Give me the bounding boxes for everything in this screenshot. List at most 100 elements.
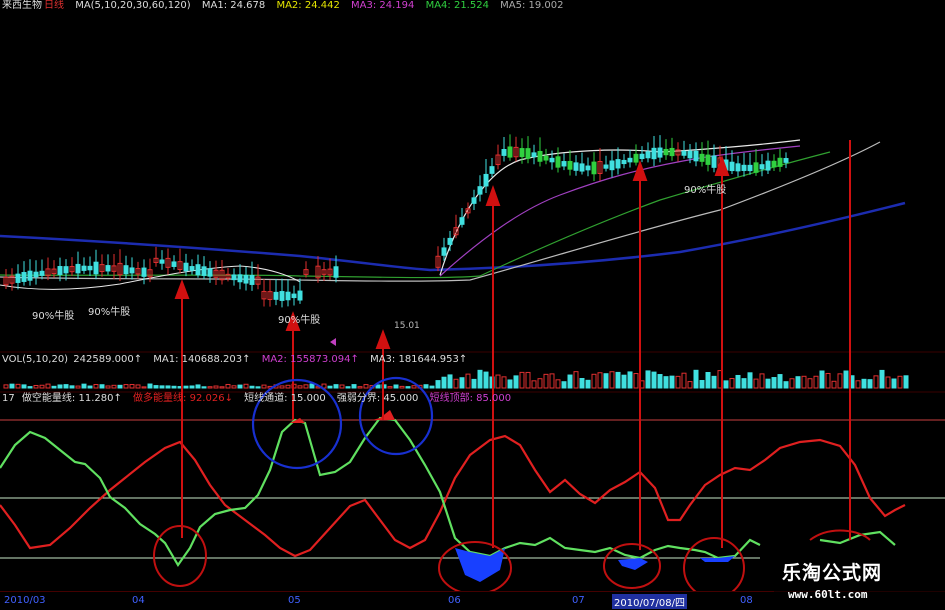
watermark: 乐淘公式网 www.60lt.com [774, 552, 945, 609]
candle-body [753, 162, 759, 173]
vol-params: VOL(5,10,20) [2, 354, 69, 365]
volume-bar [129, 383, 135, 389]
candle-body [297, 290, 303, 301]
volume-bar [693, 369, 699, 389]
candle-body [477, 186, 483, 195]
candle-body [93, 261, 99, 275]
volume-bar [603, 373, 609, 389]
ma120-line [0, 201, 906, 272]
volume-bar [375, 384, 381, 389]
watermark-name: 乐淘公式网 [782, 562, 883, 584]
candle-body [129, 267, 135, 274]
volume-bar [897, 375, 903, 389]
candle-body [561, 161, 567, 167]
candle-body [195, 264, 201, 276]
candle-body [15, 273, 21, 283]
volume-bar [651, 371, 657, 389]
volume-bar [213, 385, 219, 389]
date-label-7: 08 [740, 595, 753, 606]
candle-body [639, 153, 645, 160]
candle-body [579, 163, 585, 172]
volume-bar [663, 376, 669, 389]
volume-bar [579, 377, 585, 389]
volume-bar [357, 386, 363, 389]
volume-bar [99, 384, 105, 389]
volume-bar [141, 386, 147, 389]
volume-bar [249, 385, 255, 389]
volume-bar [519, 371, 525, 389]
signal-arrows [174, 140, 851, 550]
volume-bar [45, 383, 51, 389]
volume-bar [885, 376, 891, 389]
volume-bar [549, 373, 555, 389]
volume-bar [585, 379, 591, 389]
volume-bar [195, 384, 201, 389]
volume-bar [729, 378, 735, 389]
volume-bar [429, 385, 435, 389]
long-energy-line [0, 434, 906, 558]
volume-bar [399, 385, 405, 389]
candle-body [603, 164, 609, 169]
candle-body [591, 161, 597, 175]
signal-circles [153, 525, 871, 599]
volume-bar [423, 384, 429, 389]
strength-value: 强弱分界: 45.000 [336, 393, 419, 404]
volume-bar [591, 373, 597, 389]
volume-bar [447, 374, 453, 389]
candle-body [771, 160, 777, 168]
volume-bar [537, 378, 543, 389]
candle-body [57, 266, 63, 275]
volume-bar [633, 373, 639, 389]
volume-bar [477, 369, 483, 389]
volume-bar [393, 384, 399, 389]
date-label-4: 06 [448, 595, 461, 606]
cursor-date-label[interactable]: 2010/07/08/四 [612, 594, 688, 609]
candle-body [75, 263, 81, 274]
candle-body [543, 155, 549, 161]
candle-body [81, 265, 87, 271]
volume-bar [507, 379, 513, 389]
volume-bar [903, 375, 909, 389]
long-energy-value: 做多能量线: 92.026↓ [133, 393, 233, 404]
volume-bar [513, 375, 519, 389]
candle-body [279, 291, 285, 301]
candle-body [471, 197, 477, 204]
volume-bar [255, 386, 261, 389]
vol-ma3: MA3: 181644.953↑ [370, 354, 468, 365]
ma30-line [0, 151, 831, 279]
price-mark: 15.01 [394, 321, 420, 331]
candle-body [705, 154, 711, 165]
volume-bar [699, 380, 705, 389]
bull-label-2: 90%牛股 [88, 307, 131, 318]
candle-body [507, 146, 513, 158]
volume-bar [645, 370, 651, 389]
candle-body [171, 261, 177, 267]
candle-body [729, 161, 735, 172]
volume-bar [183, 385, 189, 389]
volume-bar [759, 373, 765, 389]
volume-bar [57, 384, 63, 389]
candle-body [765, 160, 771, 171]
candle-body [741, 164, 747, 171]
volume-bar [873, 375, 879, 389]
candle-body [123, 265, 129, 275]
short-energy-value: 做空能量线: 11.280↑ [21, 393, 122, 404]
short-energy-line-tail [819, 530, 896, 546]
volume-bar [117, 384, 123, 389]
candle-body [585, 165, 591, 171]
volume-bar [495, 374, 501, 389]
indicator-header: 17 做空能量线: 11.280↑ 做多能量线: 92.026↓ 短线通道: 1… [2, 393, 519, 405]
volume-bar [891, 378, 897, 389]
volume-bar [339, 384, 345, 389]
candle-body [189, 266, 195, 271]
candle-body [777, 157, 783, 167]
volume-bar [669, 375, 675, 389]
volume-bar [543, 373, 549, 389]
volume-bar [687, 381, 693, 389]
candle-body [21, 272, 27, 282]
date-label-3: 05 [288, 595, 301, 606]
volume-bar [345, 386, 351, 389]
chart-canvas[interactable] [0, 0, 945, 609]
long-channel-value: 短线顶部: 85.000 [429, 393, 512, 404]
volume-bar [411, 385, 417, 389]
